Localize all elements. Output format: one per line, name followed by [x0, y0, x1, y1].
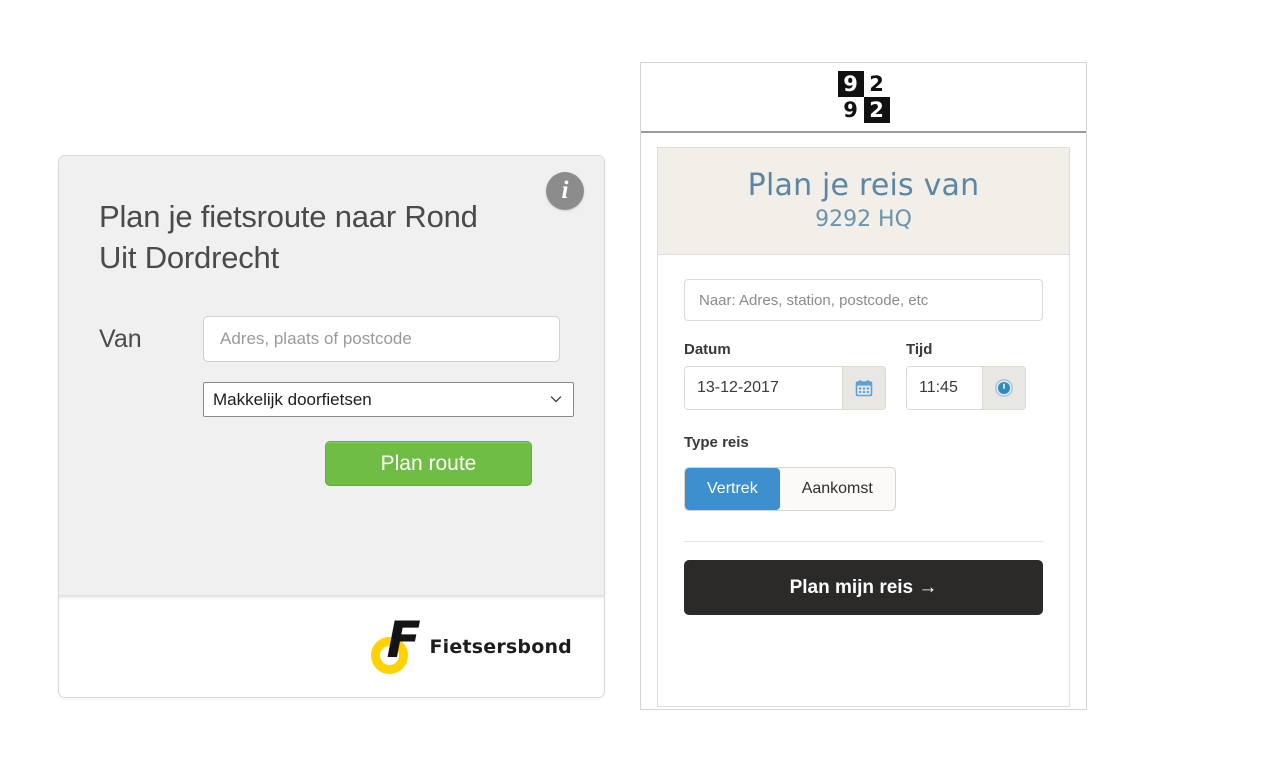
nine292-topbar: 9 2 9 2	[641, 63, 1086, 133]
fietsersbond-route-planner-widget: i Plan je fietsroute naar Rond Uit Dordr…	[58, 155, 605, 698]
logo-cell-9-top-left: 9	[837, 71, 864, 97]
origin-field-row: Van	[81, 316, 560, 362]
fietsersbond-logo: F Fietsersbond	[369, 615, 572, 675]
date-input[interactable]	[685, 367, 842, 409]
time-label: Tijd	[906, 341, 933, 358]
nine292-card-header: Plan je reis van 9292 HQ	[658, 148, 1069, 255]
route-type-select[interactable]: Makkelijk doorfietsen	[203, 382, 574, 417]
datetime-row: Datum 13-12-2017 Tijd 11:45	[684, 341, 1043, 410]
nine292-card: Plan je reis van 9292 HQ Datum	[657, 147, 1070, 707]
time-input-group	[906, 366, 1026, 410]
card-title: Plan je reis van	[747, 168, 980, 203]
plan-journey-button[interactable]: Plan mijn reis →	[684, 560, 1043, 615]
date-field-group: Datum	[684, 341, 886, 410]
nine292-card-body: Datum	[658, 255, 1069, 615]
section-divider	[684, 541, 1043, 542]
origin-label: Van	[99, 324, 142, 353]
date-label: Datum	[684, 341, 731, 358]
trip-type-arrival-button[interactable]: Aankomst	[780, 468, 895, 510]
trip-type-departure-button[interactable]: Vertrek	[685, 468, 780, 510]
clock-icon[interactable]	[982, 367, 1025, 409]
route-type-select-wrapper: Makkelijk doorfietsen	[203, 382, 574, 417]
card-subtitle: 9292 HQ	[815, 207, 912, 232]
route-type-spacer	[99, 382, 203, 417]
fietsersbond-logo-text: Fietsersbond	[429, 635, 572, 658]
nine292-journey-planner-widget: 9 2 9 2 Plan je reis van 9292 HQ Datum	[640, 62, 1087, 710]
trip-type-segmented-control: Vertrek Aankomst	[684, 467, 896, 511]
route-type-row: Makkelijk doorfietsen	[81, 382, 574, 417]
info-icon[interactable]: i	[546, 172, 584, 210]
calendar-icon[interactable]	[842, 367, 885, 409]
destination-input[interactable]	[684, 279, 1043, 321]
nine292-logo: 9 2 9 2	[837, 71, 890, 123]
fietsersbond-form-area: i Plan je fietsroute naar Rond Uit Dordr…	[59, 156, 604, 596]
logo-cell-2-top-right: 2	[863, 71, 890, 97]
plan-route-button[interactable]: Plan route	[325, 441, 532, 486]
date-input-group	[684, 366, 886, 410]
trip-type-label: Type reis	[684, 434, 749, 451]
logo-cell-9-bottom-left: 9	[837, 97, 864, 123]
page-title: Plan je fietsroute naar Rond Uit Dordrec…	[99, 199, 478, 275]
time-input[interactable]	[907, 367, 982, 409]
fietsersbond-logo-mark: F	[369, 615, 425, 675]
logo-cell-2-bottom-right: 2	[863, 97, 890, 123]
letter-f-icon: F	[386, 610, 420, 669]
origin-input[interactable]	[203, 316, 560, 362]
time-field-group: Tijd	[906, 341, 1026, 410]
fietsersbond-footer: F Fietsersbond	[59, 596, 604, 697]
submit-row: Plan route	[81, 441, 560, 486]
